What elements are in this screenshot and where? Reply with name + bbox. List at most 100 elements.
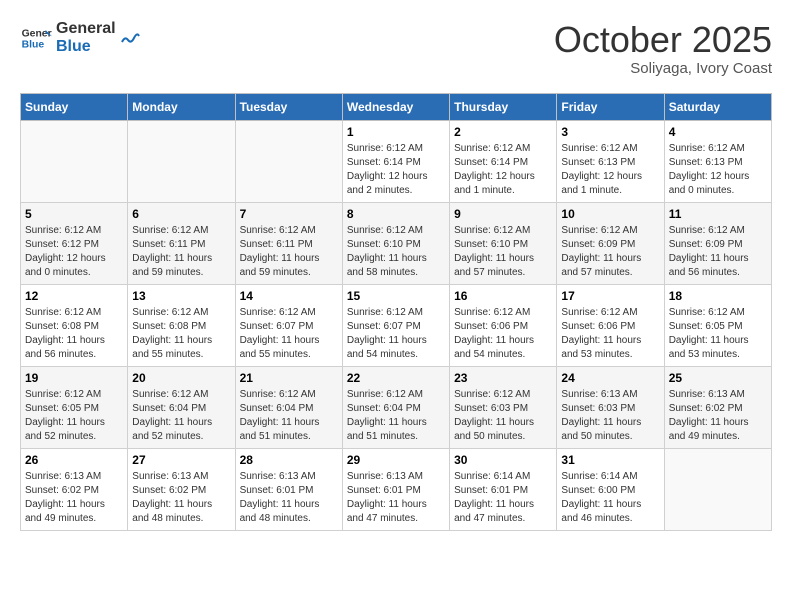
day-number: 28 [240,453,338,467]
calendar-cell [21,120,128,202]
day-info: Sunrise: 6:12 AM Sunset: 6:03 PM Dayligh… [454,388,552,444]
month-title: October 2025 [554,20,772,60]
calendar-cell [664,448,771,530]
day-info: Sunrise: 6:12 AM Sunset: 6:07 PM Dayligh… [240,306,338,362]
calendar-cell [235,120,342,202]
calendar-header-row: SundayMondayTuesdayWednesdayThursdayFrid… [21,93,772,120]
day-number: 26 [25,453,123,467]
calendar-cell: 13Sunrise: 6:12 AM Sunset: 6:08 PM Dayli… [128,284,235,366]
day-number: 7 [240,207,338,221]
calendar-cell: 18 Sunrise: 6:12 AM Sunset: 6:05 PM Dayli… [664,284,771,366]
calendar-cell: 10 Sunrise: 6:12 AM Sunset: 6:09 PM Dayli… [557,202,664,284]
calendar-cell: 31 Sunrise: 6:14 AM Sunset: 6:00 PM Dayli… [557,448,664,530]
calendar-cell: 25Sunrise: 6:13 AM Sunset: 6:02 PM Dayli… [664,366,771,448]
logo-icon: General Blue [20,22,52,54]
calendar-cell [128,120,235,202]
day-info: Sunrise: 6:12 AM Sunset: 6:08 PM Dayligh… [132,306,230,362]
calendar-week-row: 5Sunrise: 6:12 AM Sunset: 6:12 PM Daylig… [21,202,772,284]
day-info: Sunrise: 6:12 AM Sunset: 6:04 PM Dayligh… [132,388,230,444]
day-number: 23 [454,371,552,385]
calendar-table: SundayMondayTuesdayWednesdayThursdayFrid… [20,93,772,531]
day-number: 16 [454,289,552,303]
day-info: Sunrise: 6:13 AM Sunset: 6:01 PM Dayligh… [347,470,445,526]
day-number: 19 [25,371,123,385]
day-number: 29 [347,453,445,467]
day-number: 14 [240,289,338,303]
day-header-saturday: Saturday [664,93,771,120]
calendar-cell: 1Sunrise: 6:12 AM Sunset: 6:14 PM Daylig… [342,120,449,202]
day-number: 17 [561,289,659,303]
day-info: Sunrise: 6:12 AM Sunset: 6:05 PM Dayligh… [669,306,767,362]
day-number: 10 [561,207,659,221]
day-number: 27 [132,453,230,467]
calendar-cell: 20 Sunrise: 6:12 AM Sunset: 6:04 PM Dayli… [128,366,235,448]
day-number: 21 [240,371,338,385]
day-info: Sunrise: 6:12 AM Sunset: 6:04 PM Dayligh… [347,388,445,444]
calendar-cell: 3 Sunrise: 6:12 AM Sunset: 6:13 PM Daylig… [557,120,664,202]
calendar-cell: 26 Sunrise: 6:13 AM Sunset: 6:02 PM Dayli… [21,448,128,530]
day-number: 18 [669,289,767,303]
day-info: Sunrise: 6:13 AM Sunset: 6:02 PM Dayligh… [132,470,230,526]
calendar-week-row: 12 Sunrise: 6:12 AM Sunset: 6:08 PM Dayli… [21,284,772,366]
day-number: 1 [347,125,445,139]
day-info: Sunrise: 6:12 AM Sunset: 6:13 PM Dayligh… [561,142,659,198]
day-number: 22 [347,371,445,385]
day-info: Sunrise: 6:12 AM Sunset: 6:10 PM Dayligh… [454,224,552,280]
calendar-cell: 8 Sunrise: 6:12 AM Sunset: 6:10 PM Daylig… [342,202,449,284]
day-info: Sunrise: 6:12 AM Sunset: 6:12 PM Dayligh… [25,224,123,280]
calendar-cell: 28Sunrise: 6:13 AM Sunset: 6:01 PM Dayli… [235,448,342,530]
day-info: Sunrise: 6:12 AM Sunset: 6:06 PM Dayligh… [454,306,552,362]
calendar-cell: 7 Sunrise: 6:12 AM Sunset: 6:11 PM Daylig… [235,202,342,284]
day-number: 24 [561,371,659,385]
day-info: Sunrise: 6:13 AM Sunset: 6:02 PM Dayligh… [25,470,123,526]
page-header: General Blue General Blue October 2025 S… [20,20,772,77]
day-info: Sunrise: 6:14 AM Sunset: 6:00 PM Dayligh… [561,470,659,526]
calendar-cell: 24Sunrise: 6:13 AM Sunset: 6:03 PM Dayli… [557,366,664,448]
day-info: Sunrise: 6:12 AM Sunset: 6:13 PM Dayligh… [669,142,767,198]
day-info: Sunrise: 6:12 AM Sunset: 6:10 PM Dayligh… [347,224,445,280]
calendar-cell: 27 Sunrise: 6:13 AM Sunset: 6:02 PM Dayli… [128,448,235,530]
calendar-cell: 6 Sunrise: 6:12 AM Sunset: 6:11 PM Daylig… [128,202,235,284]
calendar-cell: 5Sunrise: 6:12 AM Sunset: 6:12 PM Daylig… [21,202,128,284]
day-header-friday: Friday [557,93,664,120]
day-number: 12 [25,289,123,303]
calendar-cell: 4 Sunrise: 6:12 AM Sunset: 6:13 PM Daylig… [664,120,771,202]
calendar-cell: 12Sunrise: 6:12 AM Sunset: 6:08 PM Dayli… [21,284,128,366]
day-header-sunday: Sunday [21,93,128,120]
day-info: Sunrise: 6:12 AM Sunset: 6:09 PM Dayligh… [561,224,659,280]
day-info: Sunrise: 6:12 AM Sunset: 6:11 PM Dayligh… [240,224,338,280]
day-number: 25 [669,371,767,385]
calendar-cell: 16 Sunrise: 6:12 AM Sunset: 6:06 PM Dayli… [450,284,557,366]
day-number: 3 [561,125,659,139]
logo: General Blue General Blue [20,20,140,55]
calendar-week-row: 19Sunrise: 6:12 AM Sunset: 6:05 PM Dayli… [21,366,772,448]
day-info: Sunrise: 6:12 AM Sunset: 6:06 PM Dayligh… [561,306,659,362]
day-number: 6 [132,207,230,221]
day-info: Sunrise: 6:12 AM Sunset: 6:11 PM Dayligh… [132,224,230,280]
calendar-week-row: 26 Sunrise: 6:13 AM Sunset: 6:02 PM Dayli… [21,448,772,530]
calendar-cell: 23 Sunrise: 6:12 AM Sunset: 6:03 PM Dayli… [450,366,557,448]
day-number: 11 [669,207,767,221]
logo-blue: Blue [56,38,116,56]
calendar-cell: 14 Sunrise: 6:12 AM Sunset: 6:07 PM Dayli… [235,284,342,366]
calendar-cell: 30 Sunrise: 6:14 AM Sunset: 6:01 PM Dayli… [450,448,557,530]
day-number: 2 [454,125,552,139]
calendar-cell: 17 Sunrise: 6:12 AM Sunset: 6:06 PM Dayli… [557,284,664,366]
calendar-cell: 2 Sunrise: 6:12 AM Sunset: 6:14 PM Daylig… [450,120,557,202]
day-info: Sunrise: 6:12 AM Sunset: 6:14 PM Dayligh… [454,142,552,198]
day-number: 8 [347,207,445,221]
calendar-cell: 15Sunrise: 6:12 AM Sunset: 6:07 PM Dayli… [342,284,449,366]
calendar-cell: 11 Sunrise: 6:12 AM Sunset: 6:09 PM Dayli… [664,202,771,284]
day-header-tuesday: Tuesday [235,93,342,120]
calendar-title-block: October 2025 Soliyaga, Ivory Coast [554,20,772,77]
day-info: Sunrise: 6:14 AM Sunset: 6:01 PM Dayligh… [454,470,552,526]
day-info: Sunrise: 6:12 AM Sunset: 6:09 PM Dayligh… [669,224,767,280]
day-number: 20 [132,371,230,385]
calendar-cell: 9Sunrise: 6:12 AM Sunset: 6:10 PM Daylig… [450,202,557,284]
calendar-week-row: 1 Sunrise: 6:12 AM Sunset: 6:14 PM Daylig… [21,120,772,202]
day-header-thursday: Thursday [450,93,557,120]
day-number: 31 [561,453,659,467]
day-number: 30 [454,453,552,467]
day-info: Sunrise: 6:12 AM Sunset: 6:04 PM Dayligh… [240,388,338,444]
day-number: 4 [669,125,767,139]
